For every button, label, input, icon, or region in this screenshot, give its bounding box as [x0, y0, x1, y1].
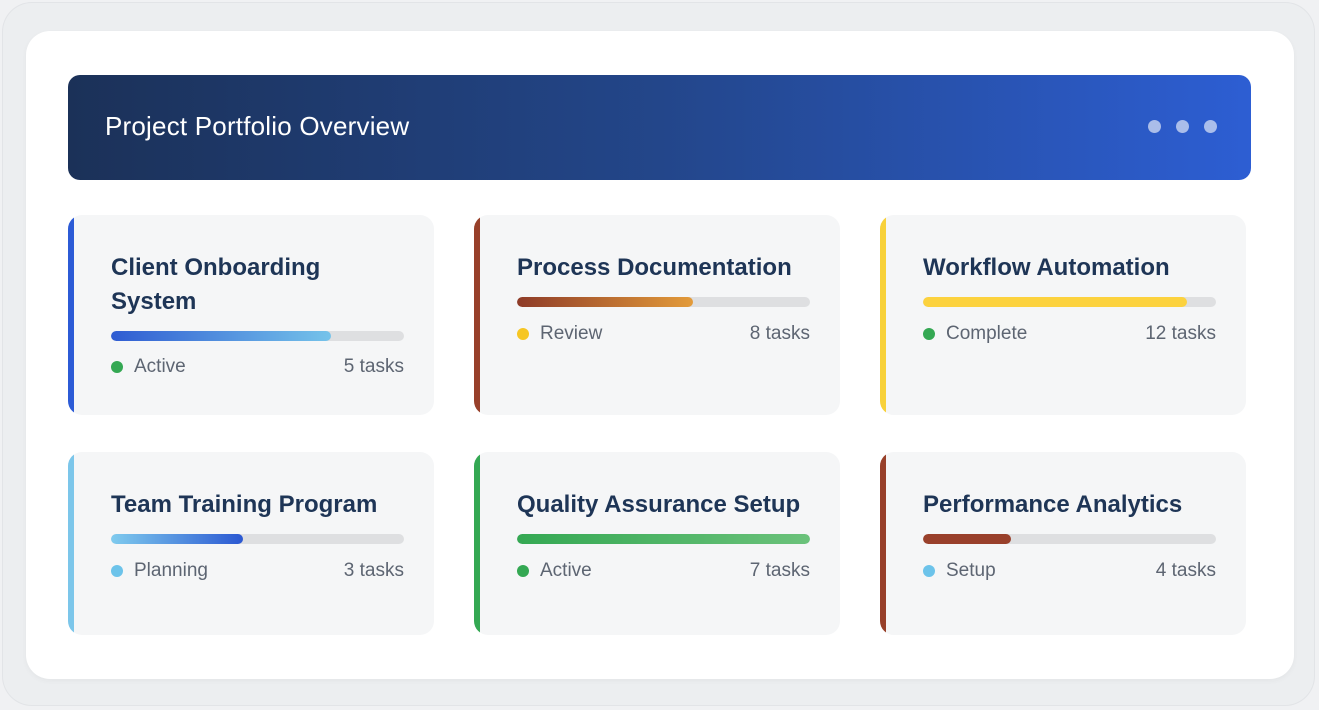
project-card-workflow-automation[interactable]: Workflow Automation Complete 12 tasks	[880, 215, 1246, 415]
progress-track	[517, 297, 810, 307]
project-meta: Complete 12 tasks	[923, 323, 1216, 345]
status-label: Planning	[134, 560, 208, 581]
status-badge: Active	[517, 560, 592, 582]
status-dot-icon	[111, 565, 123, 577]
status-badge: Complete	[923, 323, 1027, 345]
progress-track	[923, 297, 1216, 307]
task-count: 12 tasks	[1145, 323, 1216, 344]
progress-track	[111, 534, 404, 544]
portfolio-header: Project Portfolio Overview	[68, 75, 1251, 180]
project-title: Performance Analytics	[923, 491, 1183, 518]
status-dot-icon	[517, 565, 529, 577]
project-card-client-onboarding[interactable]: Client Onboarding System Active 5 tasks	[68, 215, 434, 415]
project-title: Team Training Program	[111, 491, 378, 518]
task-count: 5 tasks	[343, 356, 404, 377]
project-meta: Review 8 tasks	[517, 323, 810, 345]
project-card-team-training[interactable]: Team Training Program Planning 3 tasks	[68, 452, 434, 635]
progress-fill	[517, 297, 693, 307]
status-label: Active	[540, 560, 592, 581]
progress-fill	[923, 297, 1187, 307]
menu-dot	[1148, 120, 1161, 133]
progress-track	[923, 534, 1216, 544]
more-horizontal-icon[interactable]	[1148, 120, 1217, 133]
project-meta: Setup 4 tasks	[923, 560, 1216, 582]
status-label: Complete	[946, 323, 1028, 344]
task-count: 3 tasks	[343, 560, 404, 581]
project-meta: Planning 3 tasks	[111, 560, 404, 582]
task-count: 4 tasks	[1155, 560, 1216, 581]
status-label: Review	[540, 323, 603, 344]
status-badge: Planning	[111, 560, 208, 582]
progress-fill	[517, 534, 810, 544]
status-dot-icon	[923, 565, 935, 577]
project-title: Client Onboarding System	[111, 254, 321, 315]
menu-dot	[1176, 120, 1189, 133]
project-card-performance-analytics[interactable]: Performance Analytics Setup 4 tasks	[880, 452, 1246, 635]
project-card-quality-assurance[interactable]: Quality Assurance Setup Active 7 tasks	[474, 452, 840, 635]
status-dot-icon	[923, 328, 935, 340]
project-meta: Active 7 tasks	[517, 560, 810, 582]
status-dot-icon	[517, 328, 529, 340]
progress-fill	[111, 331, 331, 341]
progress-fill	[111, 534, 243, 544]
dashboard-panel: Project Portfolio Overview Client Onboar…	[26, 31, 1294, 679]
progress-fill	[923, 534, 1011, 544]
status-badge: Active	[111, 356, 186, 378]
task-count: 8 tasks	[749, 323, 810, 344]
progress-track	[111, 331, 404, 341]
status-label: Active	[134, 356, 186, 377]
status-badge: Review	[517, 323, 602, 345]
page-title: Project Portfolio Overview	[105, 111, 410, 141]
task-count: 7 tasks	[749, 560, 810, 581]
progress-track	[517, 534, 810, 544]
menu-dot	[1204, 120, 1217, 133]
project-card-process-documentation[interactable]: Process Documentation Review 8 tasks	[474, 215, 840, 415]
status-dot-icon	[111, 361, 123, 373]
project-title: Process Documentation	[517, 254, 792, 281]
project-meta: Active 5 tasks	[111, 356, 404, 378]
status-badge: Setup	[923, 560, 996, 582]
project-title: Quality Assurance Setup	[517, 491, 801, 518]
status-label: Setup	[946, 560, 996, 581]
project-title: Workflow Automation	[923, 254, 1170, 281]
